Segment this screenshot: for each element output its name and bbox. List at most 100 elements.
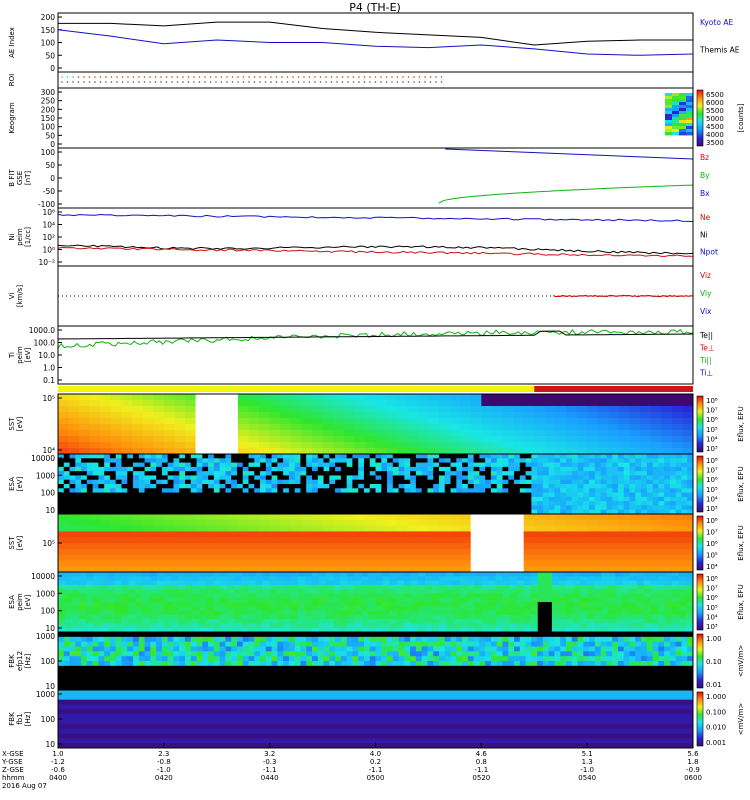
fbk1-cell [202, 656, 209, 662]
esa2-cell [594, 589, 602, 594]
sst2-cell [650, 519, 662, 526]
esa1-cell [531, 496, 538, 502]
esa1-cell [358, 488, 365, 493]
esa1-cell [92, 462, 99, 468]
esa1-cell [115, 466, 122, 472]
esa1-cell [675, 471, 682, 476]
sst2-cell [216, 566, 228, 573]
esa1-cell [138, 501, 145, 506]
esa2-cell [163, 606, 172, 611]
esa1-cell [502, 492, 509, 498]
esa2-cell [509, 610, 518, 616]
fbk1-cell [265, 651, 272, 657]
esa2-cell [114, 602, 122, 607]
esa1-cell [144, 458, 151, 463]
esa1-cell [127, 505, 134, 511]
sst1-cell [534, 424, 546, 431]
roi-dot [182, 76, 184, 78]
fbk1-cell [75, 636, 82, 643]
sst1-cell [290, 394, 302, 401]
esa1-cell [404, 479, 411, 485]
esa2-cell [488, 619, 496, 624]
esa1-cell [346, 471, 353, 476]
sst1-cell [237, 430, 249, 437]
sst2-cell [481, 543, 493, 550]
sst2-cell [396, 548, 408, 555]
esa1-cell [600, 492, 607, 498]
esa2-cell [255, 619, 264, 624]
esa1-cell [179, 484, 186, 489]
sst1-cell [174, 394, 186, 401]
keogram-cell [686, 96, 694, 100]
sst1-cell [555, 418, 567, 425]
fbk1-cell [340, 651, 348, 657]
esa1-cell [236, 471, 244, 476]
esa2-cell [114, 576, 122, 581]
esa1-cell [531, 466, 538, 472]
esa1-cell [415, 496, 423, 502]
sst2-cell [354, 566, 366, 573]
esa2-cell [629, 576, 637, 581]
sst1-cell [163, 400, 175, 407]
esa1-cell [641, 479, 648, 485]
esa2-cell [79, 623, 87, 629]
esa2-cell [227, 597, 235, 603]
esa2-cell [290, 593, 299, 599]
esa1-cell [577, 471, 584, 476]
colorbar-tick-label: 3500 [706, 139, 724, 147]
esa2-cell [537, 597, 546, 603]
esa1-cell [612, 454, 619, 459]
esa2-cell [107, 597, 115, 603]
esa1-cell [317, 484, 324, 489]
roi-dot [138, 76, 140, 78]
esa1-cell [635, 488, 642, 493]
esa1-cell [652, 505, 659, 511]
ytick-label: 100 [41, 148, 56, 157]
sst2-cell [375, 560, 387, 567]
ylabel-text: AE Index [8, 27, 16, 58]
esa1-cell [283, 492, 290, 498]
sst1-cell [68, 418, 80, 425]
esa1-cell [271, 492, 278, 498]
esa1-cell [179, 466, 186, 472]
roi-dot [220, 76, 223, 78]
fbk1-cell [156, 680, 163, 686]
esa1-cell [646, 466, 653, 472]
keogram-cell [665, 99, 673, 103]
esa2-cell [424, 610, 433, 616]
esa2-cell [276, 610, 285, 616]
esa1-cell [86, 505, 94, 511]
esa1-cell [410, 479, 417, 485]
esa2-cell [93, 623, 101, 629]
esa1-cell [323, 501, 330, 506]
sst2-cell [237, 560, 249, 567]
esa1-cell [531, 505, 538, 511]
sst1-cell [386, 412, 398, 419]
keogram-cell [672, 105, 680, 109]
esa2-cell [573, 572, 581, 577]
esa1-cell [58, 484, 65, 489]
sst1-cell [523, 406, 535, 413]
esa2-cell [135, 572, 144, 577]
sst2-cell [460, 554, 472, 561]
fbk1-cell [81, 680, 88, 686]
fbk1-cell [63, 651, 70, 657]
esa1-cell [323, 471, 330, 476]
esa2-cell [685, 623, 694, 629]
sst1-cell [650, 406, 662, 413]
fbk1-cell [173, 641, 180, 647]
esa1-cell [612, 458, 619, 463]
esa1-cell [525, 475, 532, 481]
esa1-cell [421, 466, 428, 472]
sst2-cell [290, 525, 302, 532]
sst2-cell [185, 537, 196, 544]
esa2-cell [368, 619, 376, 624]
esa1-cell [606, 479, 613, 485]
esa1-cell [473, 466, 480, 472]
fbk1-cell [335, 641, 342, 647]
esa2-cell [65, 593, 73, 599]
esa1-cell [589, 466, 596, 472]
fbk1-cell [69, 661, 76, 667]
sst2-cell [79, 560, 91, 567]
esa2-cell [502, 597, 510, 603]
